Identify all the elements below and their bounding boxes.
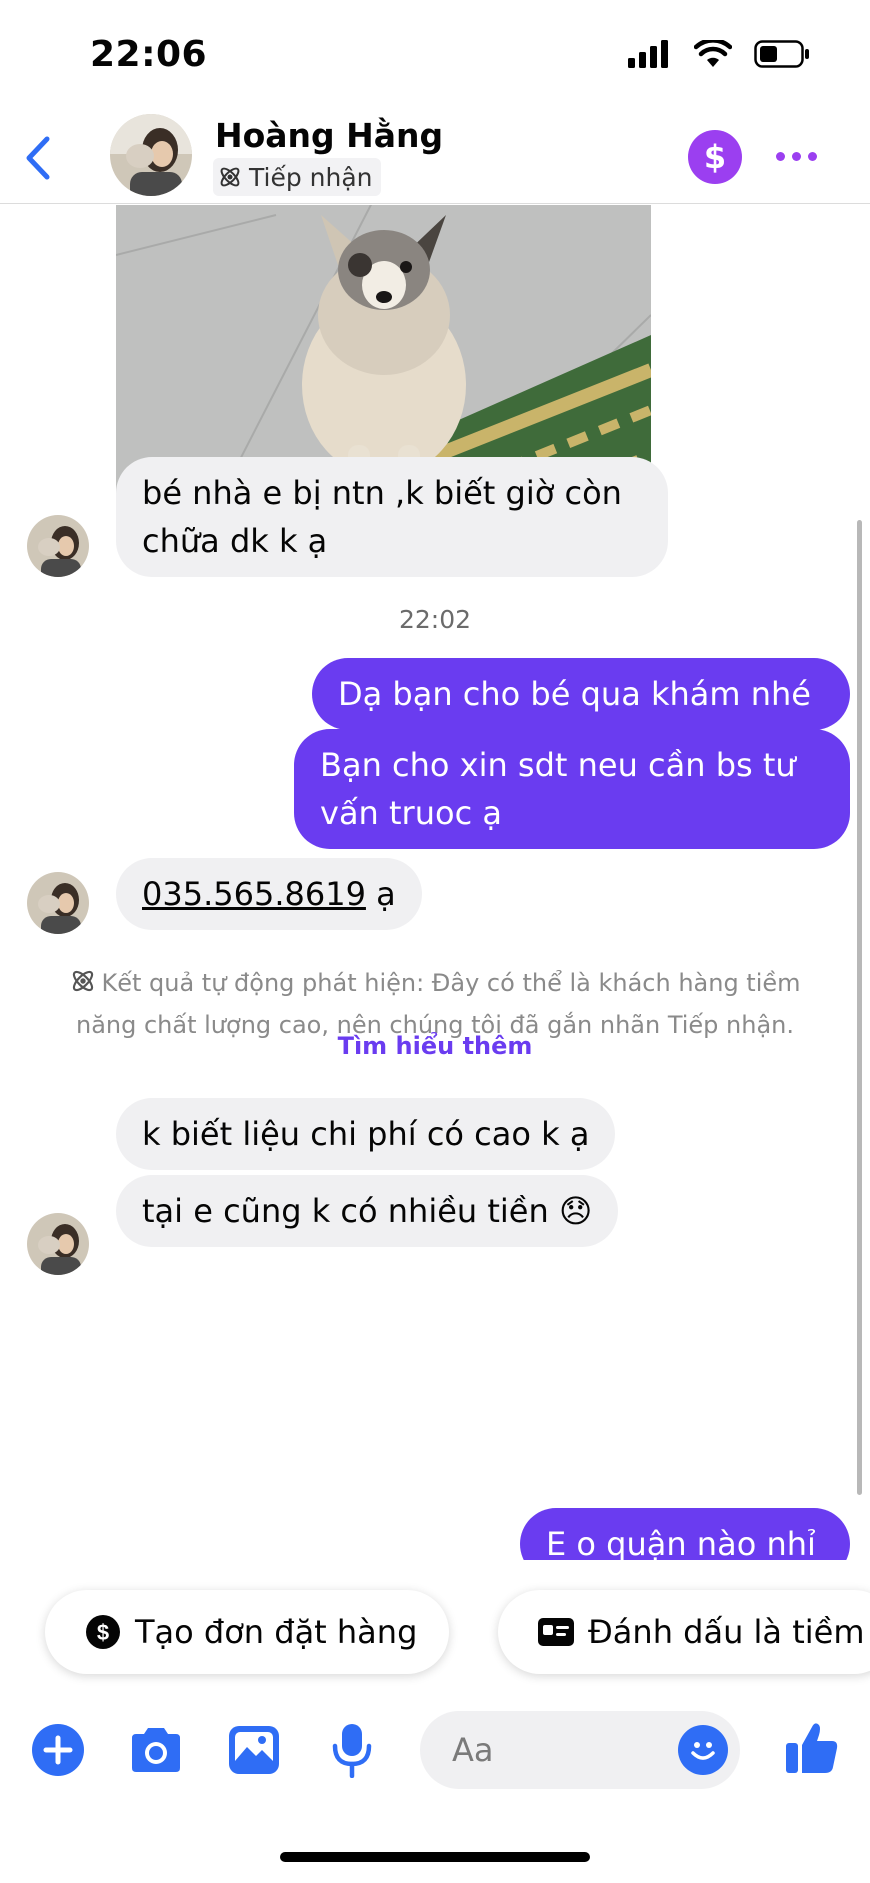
- conversation-header: Hoàng Hằng Tiếp nhận $: [0, 110, 870, 204]
- mark-lead-button[interactable]: Đánh dấu là tiềm: [498, 1590, 870, 1674]
- emoji-button[interactable]: [678, 1725, 728, 1775]
- incoming-message[interactable]: k biết liệu chi phí có cao k ạ: [116, 1098, 616, 1170]
- status-bar: 22:06: [0, 0, 870, 110]
- incoming-message[interactable]: bé nhà e bị ntn ,k biết giờ còn chữa dk …: [116, 457, 668, 577]
- label-text: Tiếp nhận: [249, 162, 373, 192]
- contact-avatar-small[interactable]: [27, 1213, 89, 1275]
- camera-icon: [132, 1728, 180, 1772]
- camera-button[interactable]: [128, 1722, 184, 1778]
- smiley-icon: [691, 1742, 715, 1760]
- atom-icon: [220, 167, 240, 187]
- dot: [807, 151, 817, 161]
- add-button[interactable]: [30, 1722, 86, 1778]
- message-text: k biết liệu chi phí có cao k ạ: [142, 1115, 590, 1153]
- message-timestamp: 22:02: [398, 605, 472, 634]
- message-text: tại e cũng k có nhiều tiền 😞: [142, 1192, 593, 1230]
- system-notice-text: Kết quả tự động phát hiện: Đây có thể là…: [75, 969, 801, 1039]
- status-time: 22:06: [90, 34, 208, 75]
- message-text: E o quận nào nhỉ: [546, 1525, 816, 1560]
- outgoing-message[interactable]: Bạn cho xin sdt neu cần bs tư vấn truoc …: [294, 729, 850, 849]
- plus-circle-icon: [32, 1724, 84, 1776]
- dollar-icon: $: [703, 138, 727, 176]
- phone-number-link[interactable]: 035.565.8619: [142, 875, 366, 913]
- svg-text:$: $: [97, 1620, 109, 1645]
- wifi-icon: [694, 40, 732, 67]
- contact-name[interactable]: Hoàng Hằng: [215, 116, 443, 155]
- image-icon: [229, 1726, 279, 1774]
- message-composer: [0, 1705, 870, 1795]
- status-icons: [628, 40, 810, 68]
- gallery-button[interactable]: [226, 1722, 282, 1778]
- quick-actions: $ Tạo đơn đặt hàng Đánh dấu là tiềm: [0, 1590, 870, 1674]
- more-options-button[interactable]: [770, 136, 822, 176]
- incoming-message[interactable]: 035.565.8619 ạ: [116, 858, 422, 930]
- create-order-button[interactable]: $ Tạo đơn đặt hàng: [45, 1590, 450, 1674]
- message-text: Bạn cho xin sdt neu cần bs tư vấn truoc …: [320, 746, 796, 832]
- microphone-icon: [332, 1724, 372, 1778]
- battery-icon: [754, 40, 809, 68]
- chevron-left-icon: [26, 136, 50, 180]
- message-text: bé nhà e bị ntn ,k biết giờ còn chữa dk …: [142, 474, 622, 560]
- message-text: ạ: [365, 875, 396, 913]
- contact-avatar-small[interactable]: [27, 515, 89, 577]
- payment-button[interactable]: $: [688, 130, 742, 184]
- dollar-circle-icon: $: [86, 1615, 120, 1649]
- thumbs-up-icon: [786, 1723, 838, 1773]
- signal-icon: [628, 40, 668, 68]
- dot: [775, 151, 785, 161]
- home-indicator[interactable]: [280, 1852, 590, 1862]
- create-order-label: Tạo đơn đặt hàng: [135, 1613, 418, 1651]
- mark-lead-label: Đánh dấu là tiềm: [588, 1613, 865, 1651]
- learn-more-link[interactable]: Tìm hiểu thêm: [0, 1032, 870, 1060]
- message-list[interactable]: bé nhà e bị ntn ,k biết giờ còn chữa dk …: [0, 205, 870, 1560]
- like-button[interactable]: [782, 1715, 842, 1779]
- back-button[interactable]: [14, 128, 62, 188]
- label-badge[interactable]: Tiếp nhận: [213, 158, 381, 196]
- outgoing-message[interactable]: E o quận nào nhỉ: [520, 1508, 850, 1560]
- incoming-message[interactable]: tại e cũng k có nhiều tiền 😞: [116, 1175, 619, 1247]
- atom-icon: [73, 970, 94, 992]
- contact-avatar[interactable]: [110, 114, 192, 196]
- contact-avatar-small[interactable]: [27, 872, 89, 934]
- voice-button[interactable]: [324, 1722, 380, 1778]
- scrollbar[interactable]: [857, 520, 862, 1495]
- outgoing-message[interactable]: Dạ bạn cho bé qua khám nhé: [312, 658, 850, 730]
- id-card-icon: [538, 1618, 574, 1646]
- message-text: Dạ bạn cho bé qua khám nhé: [338, 675, 811, 713]
- dot: [791, 151, 801, 161]
